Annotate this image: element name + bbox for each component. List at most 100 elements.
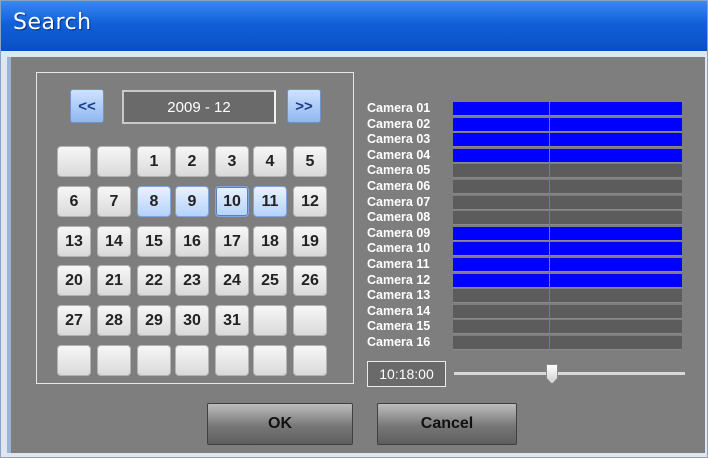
calendar-day-4[interactable]: 4 [253, 146, 287, 177]
camera-record-bar[interactable] [453, 117, 682, 132]
calendar-day-3[interactable]: 3 [215, 146, 249, 177]
calendar-day-9[interactable]: 9 [175, 186, 209, 217]
calendar-day-16[interactable]: 16 [175, 226, 209, 257]
camera-label[interactable]: Camera 05 [367, 163, 453, 178]
camera-label[interactable]: Camera 07 [367, 195, 453, 210]
camera-row: Camera 14 [367, 304, 683, 319]
camera-row: Camera 16 [367, 335, 683, 350]
camera-record-bar[interactable] [453, 102, 682, 116]
calendar-day-31[interactable]: 31 [215, 305, 249, 336]
calendar-empty-cell [57, 146, 91, 177]
calendar-day-30[interactable]: 30 [175, 305, 209, 336]
calendar-day-19[interactable]: 19 [293, 226, 327, 257]
camera-row: Camera 02 [367, 117, 683, 132]
title-bar[interactable]: Search [1, 1, 707, 51]
dialog-body: << 2009 - 12 >> 1 2 3 4 5 6 7 8 9 10 11 12 13 14 15 16 1… [7, 57, 705, 453]
camera-row: Camera 09 [367, 226, 683, 241]
calendar-day-2[interactable]: 2 [175, 146, 209, 177]
calendar-day-7[interactable]: 7 [97, 186, 131, 217]
camera-row: Camera 01 [367, 101, 683, 116]
calendar-day-26[interactable]: 26 [293, 265, 327, 296]
calendar-grid: 1 2 3 4 5 6 7 8 9 10 11 12 13 14 15 16 17 18 19 20 21 22 23 24 2… [57, 146, 337, 376]
calendar-day-11[interactable]: 11 [253, 186, 287, 217]
camera-label[interactable]: Camera 12 [367, 273, 453, 288]
calendar-day-15[interactable]: 15 [137, 226, 171, 257]
camera-label[interactable]: Camera 03 [367, 132, 453, 147]
camera-row: Camera 06 [367, 179, 683, 194]
calendar-day-13[interactable]: 13 [57, 226, 91, 257]
camera-row: Camera 04 [367, 148, 683, 163]
camera-record-bar[interactable] [453, 180, 682, 194]
camera-record-bar[interactable] [453, 164, 682, 179]
calendar-panel: << 2009 - 12 >> 1 2 3 4 5 6 7 8 9 10 11 12 13 14 15 16 1… [36, 72, 354, 384]
window-title: Search [13, 10, 92, 35]
calendar-empty-cell [215, 345, 249, 376]
camera-record-bar[interactable] [453, 273, 682, 288]
time-display: 10:18:00 [367, 361, 446, 387]
time-slider-thumb[interactable] [546, 364, 558, 384]
calendar-day-27[interactable]: 27 [57, 305, 91, 336]
camera-record-bar[interactable] [453, 289, 682, 304]
calendar-day-23[interactable]: 23 [175, 265, 209, 296]
calendar-empty-cell [293, 305, 327, 336]
camera-record-bar[interactable] [453, 133, 682, 148]
camera-label[interactable]: Camera 01 [367, 101, 453, 116]
camera-label[interactable]: Camera 11 [367, 257, 453, 272]
camera-label[interactable]: Camera 08 [367, 210, 453, 225]
calendar-day-14[interactable]: 14 [97, 226, 131, 257]
camera-row: Camera 11 [367, 257, 683, 272]
camera-row: Camera 08 [367, 210, 683, 226]
camera-label[interactable]: Camera 15 [367, 319, 453, 334]
camera-label[interactable]: Camera 09 [367, 226, 453, 241]
camera-label[interactable]: Camera 02 [367, 117, 453, 132]
prev-month-button[interactable]: << [70, 89, 104, 123]
calendar-day-29[interactable]: 29 [137, 305, 171, 336]
camera-label[interactable]: Camera 04 [367, 148, 453, 163]
camera-record-bar[interactable] [453, 304, 682, 319]
calendar-day-21[interactable]: 21 [97, 265, 131, 296]
camera-label[interactable]: Camera 10 [367, 241, 453, 256]
search-dialog: Search << 2009 - 12 >> 1 2 3 4 5 6 7 8 9 10 11 12 13… [0, 0, 708, 458]
calendar-day-5[interactable]: 5 [293, 146, 327, 177]
time-cursor-line [549, 101, 550, 352]
calendar-day-8[interactable]: 8 [137, 186, 171, 217]
camera-row: Camera 10 [367, 241, 683, 257]
month-display: 2009 - 12 [122, 90, 276, 124]
camera-label[interactable]: Camera 06 [367, 179, 453, 194]
calendar-empty-cell [253, 305, 287, 336]
camera-record-bar[interactable] [453, 195, 682, 210]
camera-label[interactable]: Camera 14 [367, 304, 453, 319]
camera-record-bar[interactable] [453, 320, 682, 335]
camera-record-bar[interactable] [453, 336, 682, 350]
calendar-day-25[interactable]: 25 [253, 265, 287, 296]
camera-label[interactable]: Camera 13 [367, 288, 453, 303]
camera-record-bar[interactable] [453, 226, 682, 241]
camera-row: Camera 15 [367, 319, 683, 335]
cancel-button[interactable]: Cancel [377, 403, 517, 445]
camera-record-bar[interactable] [453, 211, 682, 226]
calendar-day-12[interactable]: 12 [293, 186, 327, 217]
calendar-day-20[interactable]: 20 [57, 265, 91, 296]
camera-row: Camera 05 [367, 163, 683, 179]
camera-timeline: Camera 01 Camera 02 Camera 03 Camera 04 Came… [367, 101, 683, 353]
calendar-day-28[interactable]: 28 [97, 305, 131, 336]
next-month-button[interactable]: >> [287, 89, 321, 123]
calendar-day-6[interactable]: 6 [57, 186, 91, 217]
ok-button[interactable]: OK [207, 403, 353, 445]
camera-label[interactable]: Camera 16 [367, 335, 453, 350]
calendar-day-10[interactable]: 10 [215, 186, 249, 217]
camera-record-bar[interactable] [453, 258, 682, 272]
calendar-empty-cell [57, 345, 91, 376]
camera-record-bar[interactable] [453, 242, 682, 257]
time-slider-track[interactable] [454, 372, 685, 375]
calendar-day-22[interactable]: 22 [137, 265, 171, 296]
calendar-day-1[interactable]: 1 [137, 146, 171, 177]
camera-record-bar[interactable] [453, 148, 682, 163]
calendar-day-24[interactable]: 24 [215, 265, 249, 296]
camera-row: Camera 03 [367, 132, 683, 148]
camera-row: Camera 07 [367, 195, 683, 210]
camera-row: Camera 13 [367, 288, 683, 304]
camera-row: Camera 12 [367, 273, 683, 288]
calendar-day-18[interactable]: 18 [253, 226, 287, 257]
calendar-day-17[interactable]: 17 [215, 226, 249, 257]
